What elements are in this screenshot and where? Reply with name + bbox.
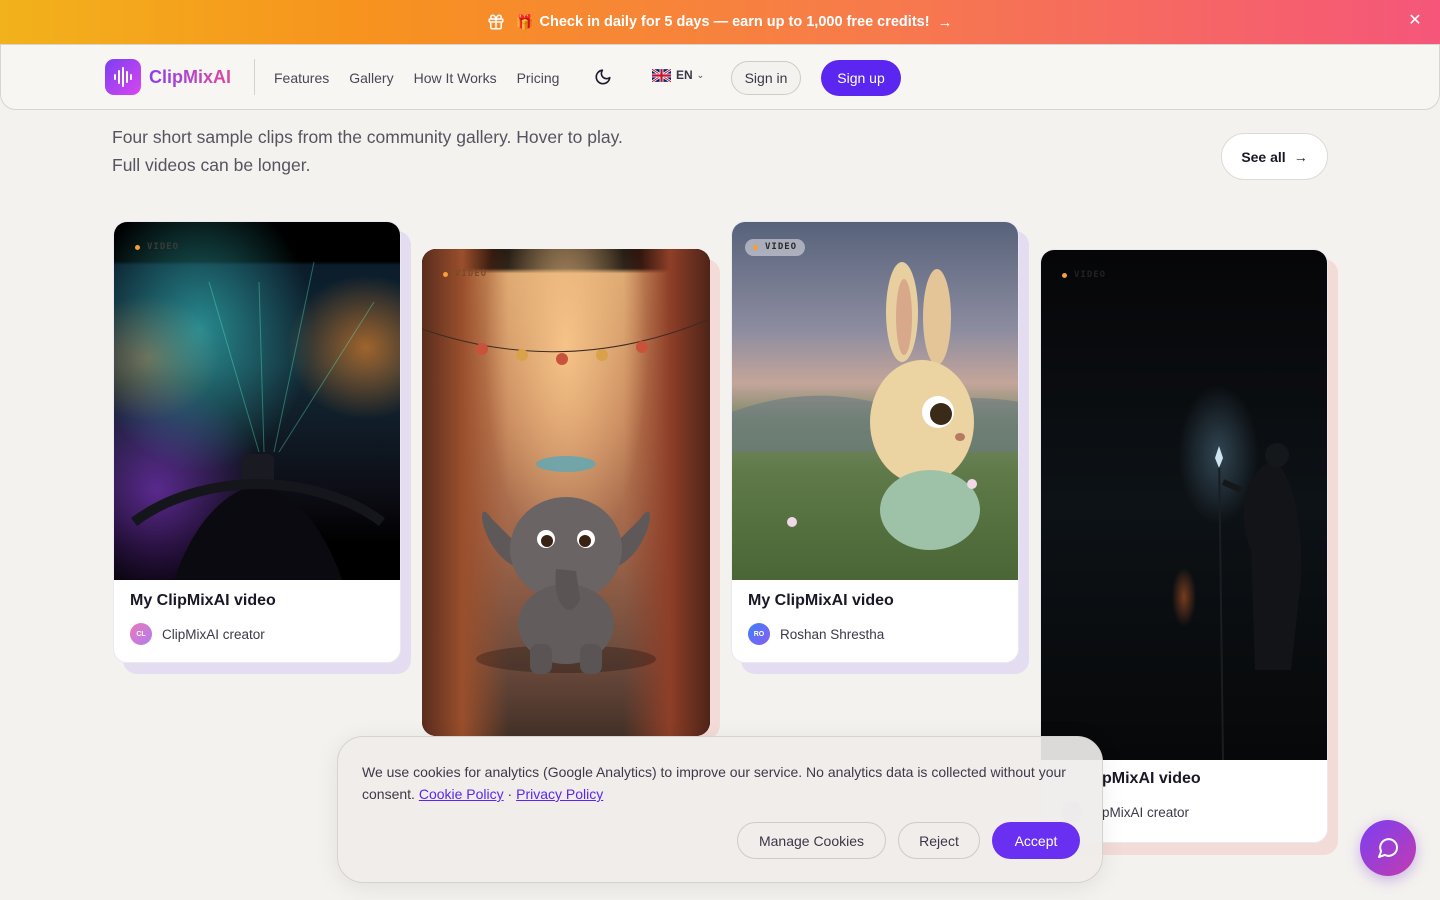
language-code: EN — [676, 68, 693, 82]
chat-bubble-icon — [1378, 838, 1398, 858]
card-title: My ClipMixAI video — [130, 592, 276, 609]
uk-flag-icon — [652, 68, 671, 82]
intro-line-2: Full videos can be longer. — [112, 155, 311, 175]
nav-link-how-it-works[interactable]: How It Works — [414, 70, 497, 86]
intro-line-1: Four short sample clips from the communi… — [112, 127, 623, 147]
see-all-label: See all — [1241, 148, 1286, 165]
promo-emoji: 🎁 — [515, 14, 534, 31]
nav-link-gallery[interactable]: Gallery — [349, 70, 393, 86]
video-badge: VIDEO — [1054, 267, 1114, 284]
cookie-consent-banner: We use cookies for analytics (Google Ana… — [337, 736, 1103, 883]
creator-name: Roshan Shrestha — [780, 626, 885, 642]
cookie-policy-link[interactable]: Cookie Policy — [419, 786, 504, 802]
video-card[interactable]: VIDEO — [422, 249, 710, 736]
elephant-scene — [422, 318, 710, 674]
video-thumbnail[interactable]: VIDEO — [422, 249, 710, 736]
accept-cookies-button[interactable]: Accept — [992, 822, 1080, 859]
arrow-right-icon: → — [937, 13, 953, 31]
privacy-policy-link[interactable]: Privacy Policy — [516, 786, 603, 802]
promo-text: Check in daily for 5 days — earn up to 1… — [539, 14, 930, 30]
card-title: pMixAI video — [1102, 770, 1201, 787]
video-thumbnail[interactable]: VIDEO — [1041, 250, 1327, 760]
video-badge: VIDEO — [435, 266, 495, 283]
card-creator: CL ClipMixAI creator — [130, 623, 265, 645]
sign-in-button[interactable]: Sign in — [731, 61, 801, 95]
avatar: CL — [130, 623, 152, 645]
bunny-scene — [732, 262, 1018, 550]
close-icon[interactable]: ✕ — [1406, 12, 1424, 30]
cookie-text-block: We use cookies for analytics (Google Ana… — [362, 761, 1082, 805]
video-thumbnail[interactable]: VIDEO — [114, 222, 400, 580]
logo-waveform-icon — [105, 59, 141, 95]
language-selector[interactable]: EN ⌄ — [652, 68, 704, 82]
moon-icon — [595, 69, 611, 85]
arrow-right-icon: → — [1293, 148, 1308, 165]
nav-link-pricing[interactable]: Pricing — [517, 70, 560, 86]
video-card[interactable]: VIDEO My ClipMixAI video RO Roshan Shres… — [731, 221, 1019, 663]
avatar: RO — [748, 623, 770, 645]
navbar: ClipMixAI Features Gallery How It Works … — [0, 44, 1440, 110]
chat-launcher-button[interactable] — [1360, 820, 1416, 876]
reject-cookies-button[interactable]: Reject — [898, 822, 980, 859]
nav-link-features[interactable]: Features — [274, 70, 329, 86]
video-badge: VIDEO — [127, 239, 187, 256]
creator-name: pMixAI creator — [1102, 804, 1190, 820]
chevron-down-icon: ⌄ — [696, 69, 705, 80]
theme-toggle-button[interactable] — [591, 65, 615, 89]
video-thumbnail[interactable]: VIDEO — [732, 222, 1018, 580]
brand-logo[interactable]: ClipMixAI — [105, 59, 231, 95]
link-separator: · — [507, 786, 513, 802]
card-title: My ClipMixAI video — [748, 592, 894, 609]
manage-cookies-button[interactable]: Manage Cookies — [737, 822, 886, 859]
motorcycle-scene — [131, 261, 385, 580]
brand-name: ClipMixAI — [149, 66, 232, 87]
card-creator: RO Roshan Shrestha — [748, 623, 884, 645]
creator-name: ClipMixAI creator — [162, 626, 265, 642]
gift-icon — [488, 14, 504, 30]
dark-figure-scene — [1215, 443, 1302, 760]
sign-up-button[interactable]: Sign up — [821, 60, 901, 96]
nav-divider — [254, 59, 255, 95]
see-all-button[interactable]: See all → — [1221, 133, 1328, 180]
promo-banner[interactable]: 🎁 Check in daily for 5 days — earn up to… — [0, 0, 1440, 44]
video-card[interactable]: VIDEO My ClipMixAI video CL ClipMixAI cr… — [113, 221, 401, 663]
nav-links: Features Gallery How It Works Pricing — [274, 45, 579, 111]
video-badge: VIDEO — [745, 239, 806, 256]
gallery-intro: Four short sample clips from the communi… — [112, 123, 712, 179]
